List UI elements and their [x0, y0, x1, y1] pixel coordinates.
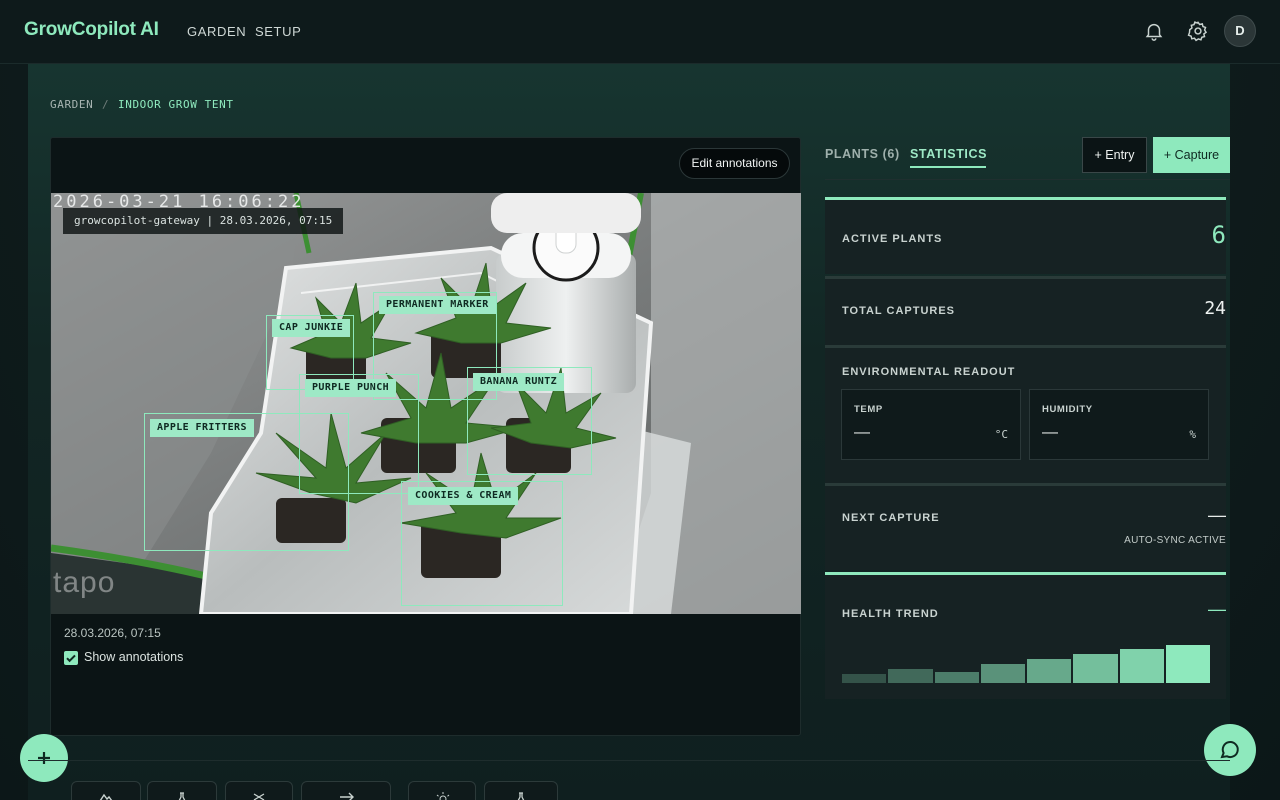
- temp-box: TEMP — °C: [841, 389, 1021, 460]
- humidity-unit: %: [1189, 428, 1196, 441]
- capture-date: 28.03.2026, 07:15: [64, 626, 161, 640]
- tab-statistics[interactable]: STATISTICS: [910, 147, 987, 161]
- show-annotations-label[interactable]: Show annotations: [84, 650, 183, 664]
- add-capture-button[interactable]: + Capture: [1153, 137, 1230, 173]
- humidity-value: —: [1042, 424, 1058, 441]
- top-bar: GrowCopilot AI GARDEN SETUP D: [0, 0, 1280, 64]
- next-capture-label: NEXT CAPTURE: [842, 512, 940, 524]
- nav-garden[interactable]: GARDEN: [187, 24, 246, 39]
- environment-label: ENVIRONMENTAL READOUT: [842, 366, 1016, 378]
- edit-annotations-button[interactable]: Edit annotations: [679, 148, 790, 179]
- tab-plants[interactable]: PLANTS (6): [825, 147, 900, 161]
- toolbar-button-light[interactable]: [408, 781, 476, 800]
- temp-label: TEMP: [854, 404, 883, 415]
- next-capture-value: —: [1208, 505, 1226, 525]
- health-trend-bar: [1119, 649, 1164, 683]
- avatar[interactable]: D: [1224, 15, 1256, 47]
- toolbar-button-transfer[interactable]: [301, 781, 391, 800]
- health-trend-bar: [934, 672, 979, 683]
- health-trend-bar: [1027, 659, 1072, 683]
- bell-icon[interactable]: [1143, 20, 1165, 42]
- annotation-label: CAP JUNKIE: [272, 319, 351, 337]
- sun-icon: [436, 792, 450, 800]
- tabs-divider: [825, 179, 1230, 180]
- health-trend-bar: [1073, 654, 1118, 683]
- auto-sync-label: AUTO-SYNC ACTIVE: [1124, 535, 1226, 546]
- camera-watermark: tapo: [53, 566, 116, 599]
- flask-icon: [517, 792, 525, 800]
- health-trend-label: HEALTH TREND: [842, 608, 939, 620]
- annotation-label: PERMANENT MARKER: [379, 296, 496, 314]
- breadcrumb-separator: /: [102, 98, 110, 111]
- scissors-icon: [253, 793, 265, 800]
- toolbar-button-flask[interactable]: [147, 781, 217, 800]
- total-captures-label: TOTAL CAPTURES: [842, 305, 956, 317]
- gateway-label: growcopilot-gateway | 28.03.2026, 07:15: [63, 208, 343, 234]
- toolbar-button-nutrients[interactable]: [484, 781, 558, 800]
- temp-value: —: [854, 424, 870, 441]
- temp-unit: °C: [994, 428, 1008, 441]
- health-trend-bar: [888, 669, 933, 683]
- nav-setup[interactable]: SETUP: [255, 24, 301, 39]
- toolbar-button-grow[interactable]: [71, 781, 141, 800]
- add-entry-button[interactable]: + Entry: [1082, 137, 1147, 173]
- health-trend-bar: [980, 664, 1025, 683]
- annotation-label: APPLE FRITTERS: [150, 419, 254, 437]
- mountain-icon: [99, 793, 113, 800]
- humidity-box: HUMIDITY — %: [1029, 389, 1209, 460]
- gear-icon[interactable]: [1187, 20, 1209, 42]
- chat-bubble-icon: [1220, 741, 1239, 759]
- next-capture-card: [825, 486, 1226, 570]
- brand-logo[interactable]: GrowCopilot AI: [24, 19, 159, 41]
- total-captures-value: 24: [1204, 298, 1226, 319]
- annotation-label: BANANA RUNTZ: [473, 373, 565, 391]
- active-tab-indicator: [910, 166, 986, 168]
- breadcrumb-current: INDOOR GROW TENT: [118, 98, 234, 111]
- annotation-label: COOKIES & CREAM: [408, 487, 519, 505]
- arrow-right-icon: [340, 792, 354, 800]
- toolbar-button-scissors[interactable]: [225, 781, 293, 800]
- health-trend-bar: [1165, 645, 1210, 683]
- health-trend-value: —: [1208, 599, 1226, 619]
- show-annotations-checkbox[interactable]: [64, 651, 78, 665]
- humidity-label: HUMIDITY: [1042, 404, 1093, 415]
- health-trend-bar: [842, 674, 887, 683]
- flask-icon: [178, 792, 186, 800]
- active-plants-value: 6: [1211, 221, 1226, 249]
- breadcrumb-root[interactable]: GARDEN: [50, 98, 93, 111]
- active-plants-label: ACTIVE PLANTS: [842, 233, 943, 245]
- annotation-label: PURPLE PUNCH: [305, 379, 397, 397]
